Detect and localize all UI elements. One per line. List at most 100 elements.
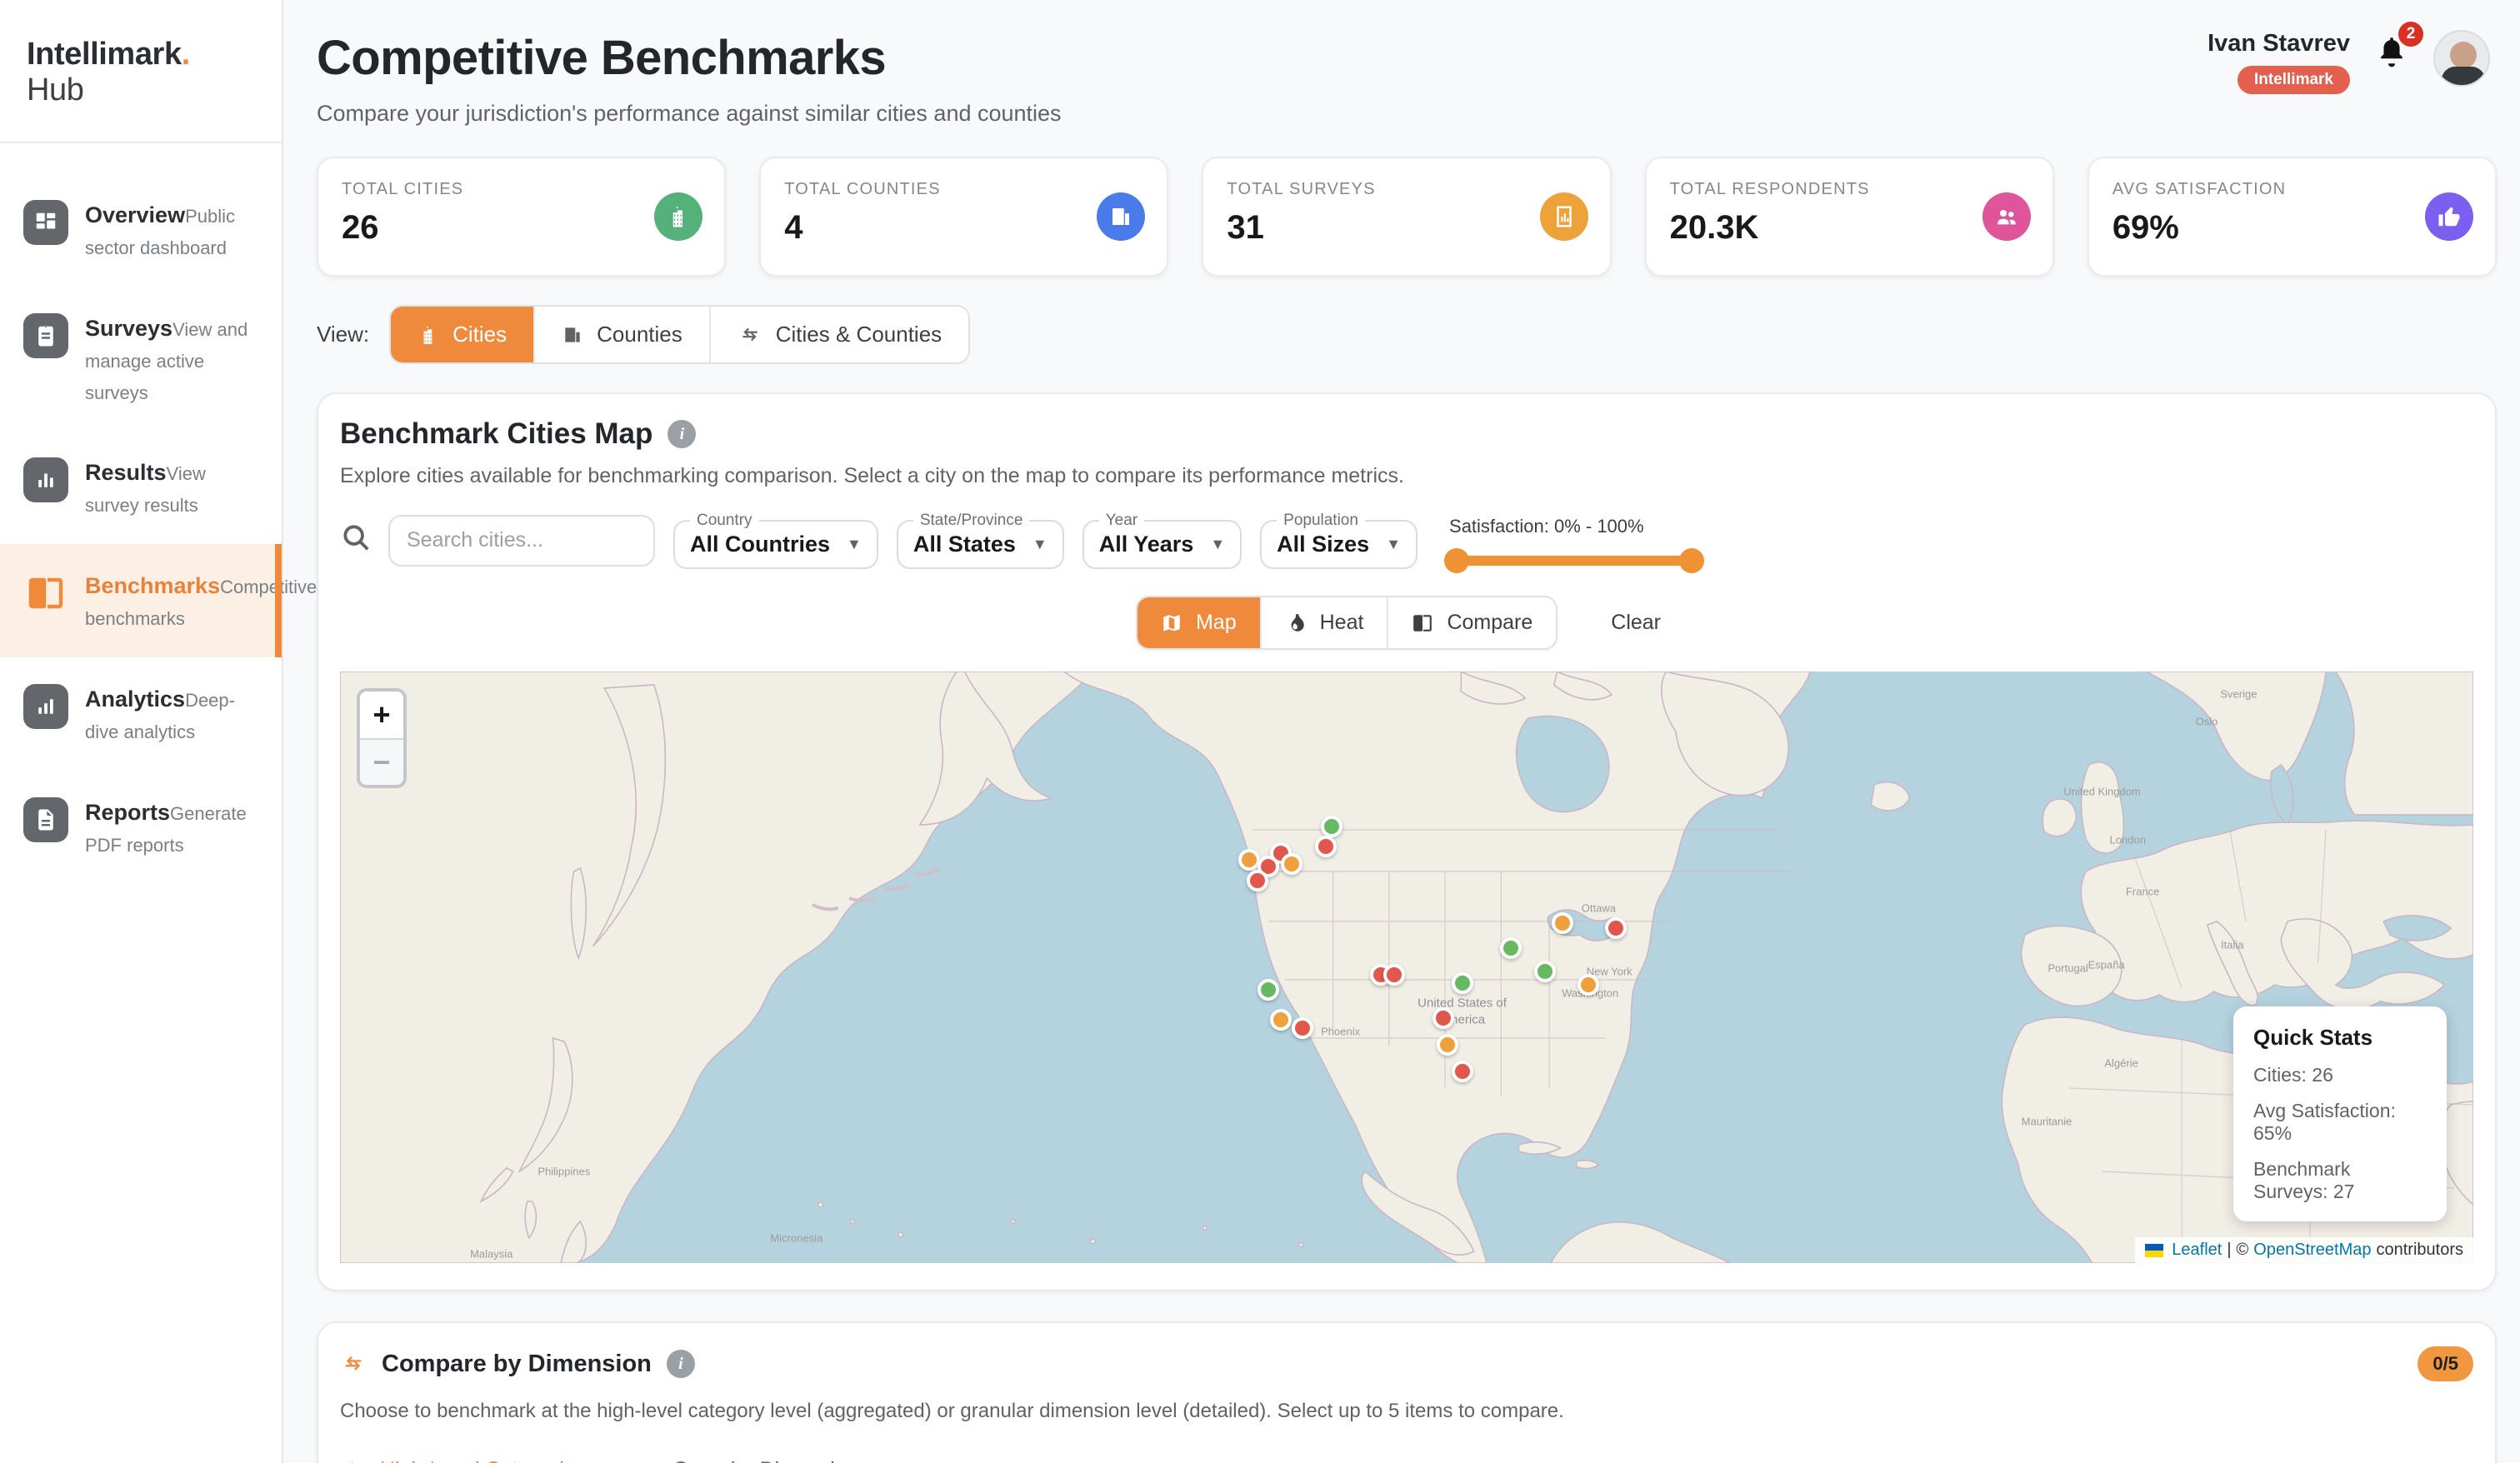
sidebar-item-label: Surveys [85, 316, 172, 341]
zoom-out-button[interactable]: − [360, 738, 403, 785]
view-label: View: [317, 322, 369, 347]
sidebar-item-overview[interactable]: OverviewPublic sector dashboard [0, 173, 282, 287]
city-marker[interactable] [1534, 961, 1556, 982]
tab-high-level-categories[interactable]: High-Level Categories [340, 1448, 589, 1463]
year-filter[interactable]: Year All Years▼ [1082, 512, 1242, 569]
city-marker[interactable] [1452, 972, 1473, 994]
bar-chart-icon [23, 457, 68, 502]
notification-count-badge: 2 [2398, 22, 2423, 47]
osm-link[interactable]: OpenStreetMap [2253, 1241, 2371, 1260]
city-building-icon [654, 192, 702, 241]
world-map-graphic [340, 672, 2473, 1263]
city-marker[interactable] [1247, 870, 1268, 891]
compare-arrows-icon [340, 1352, 367, 1376]
state-filter-label: State/Province [913, 512, 1030, 530]
city-marker[interactable] [1432, 1007, 1454, 1029]
city-marker[interactable] [1258, 979, 1279, 1001]
avatar[interactable] [2433, 30, 2490, 87]
stat-label: AVG SATISFACTION [2112, 180, 2472, 199]
mode-label: Heat [1320, 611, 1364, 635]
slider-handle-min[interactable] [1444, 548, 1469, 573]
clear-button[interactable]: Clear [1594, 597, 1678, 648]
notifications-button[interactable]: 2 [2373, 33, 2410, 77]
quick-stats-surveys: Benchmark Surveys: 27 [2253, 1158, 2427, 1203]
population-filter-label: Population [1277, 512, 1365, 530]
open-book-icon [23, 571, 68, 616]
user-area: Ivan Stavrev Intellimark 2 [2208, 30, 2497, 94]
city-marker[interactable] [1552, 912, 1573, 934]
map-filters: Country All Countries▼ State/Province Al… [340, 512, 2473, 569]
sidebar-item-label: Benchmarks [85, 573, 220, 598]
leaflet-link[interactable]: Leaflet [2172, 1241, 2222, 1260]
compare-by-dimension-card: Compare by Dimension i 0/5 Choose to ben… [317, 1321, 2497, 1463]
city-marker[interactable] [1292, 1017, 1313, 1039]
view-option-cities-and-counties[interactable]: Cities & Counties [711, 307, 968, 362]
map-section-subtitle: Explore cities available for benchmarkin… [340, 464, 2473, 488]
city-icon [418, 324, 439, 346]
city-marker[interactable] [1383, 964, 1405, 986]
city-marker[interactable] [1605, 917, 1627, 939]
city-marker[interactable] [1452, 1061, 1473, 1082]
page-subtitle: Compare your jurisdiction's performance … [317, 101, 1062, 127]
stat-card-total-surveys: TOTAL SURVEYS 31 [1202, 157, 1611, 277]
mode-heat-button[interactable]: Heat [1262, 597, 1389, 648]
city-marker[interactable] [1281, 853, 1302, 875]
attribution-suffix: contributors [2377, 1241, 2464, 1260]
sidebar-item-surveys[interactable]: SurveysView and manage active surveys [0, 287, 282, 432]
mode-label: Compare [1447, 611, 1532, 635]
city-marker[interactable] [1578, 974, 1599, 996]
map-zoom-control: + − [357, 688, 407, 788]
compare-book-icon [1412, 612, 1433, 634]
info-icon[interactable]: i [668, 420, 696, 448]
slider-handle-max[interactable] [1679, 548, 1704, 573]
country-filter[interactable]: Country All Countries▼ [673, 512, 878, 569]
city-marker[interactable] [1315, 836, 1337, 857]
city-marker[interactable] [1321, 816, 1342, 837]
stat-value: 4 [784, 209, 1143, 247]
benchmark-map-card: Benchmark Cities Map i Explore cities av… [317, 392, 2497, 1291]
view-option-counties[interactable]: Counties [535, 307, 711, 362]
list-icon [636, 1459, 659, 1463]
view-option-label: Cities & Counties [776, 322, 942, 347]
city-marker[interactable] [1437, 1034, 1458, 1056]
tab-label: High-Level Categories [380, 1458, 586, 1463]
quick-stats-satisfaction: Avg Satisfaction: 65% [2253, 1100, 2427, 1145]
satisfaction-slider[interactable] [1449, 556, 1699, 566]
view-toggle-row: View: Cities Counties Cities & Counties [317, 305, 2497, 364]
info-icon[interactable]: i [667, 1350, 695, 1378]
leaflet-map[interactable]: United States of AmericaPhoenixNew YorkW… [340, 672, 2473, 1263]
compare-section-subtitle: Choose to benchmark at the high-level ca… [340, 1400, 2473, 1423]
sidebar-item-analytics[interactable]: AnalyticsDeep-dive analytics [0, 657, 282, 771]
app-logo: Intellimark. Hub [0, 0, 282, 143]
mode-map-button[interactable]: Map [1138, 597, 1262, 648]
ukraine-flag-icon [2145, 1244, 2163, 1257]
city-marker[interactable] [1270, 1009, 1292, 1031]
thumbs-up-icon [2425, 192, 2473, 241]
population-filter[interactable]: Population All Sizes▼ [1260, 512, 1418, 569]
brand-suffix: Hub [27, 72, 84, 107]
stat-value: 20.3K [1670, 209, 2029, 247]
chevron-down-icon: ▼ [1386, 536, 1401, 553]
map-mode-row: Map Heat Compare Clear [340, 596, 2473, 650]
stat-value: 31 [1227, 209, 1586, 247]
user-name: Ivan Stavrev [2208, 30, 2350, 57]
search-cities-input[interactable] [388, 515, 655, 567]
tab-granular-dimensions[interactable]: Granular Dimensions [632, 1448, 872, 1463]
stat-card-total-cities: TOTAL CITIES 26 [317, 157, 726, 277]
sidebar-nav: OverviewPublic sector dashboard SurveysV… [0, 143, 282, 884]
view-option-cities[interactable]: Cities [391, 307, 535, 362]
quick-stats-panel: Quick Stats Cities: 26 Avg Satisfaction:… [2233, 1006, 2447, 1221]
chevron-down-icon: ▼ [1210, 536, 1225, 553]
sidebar-item-benchmarks[interactable]: BenchmarksCompetitive benchmarks [0, 544, 282, 657]
city-marker[interactable] [1500, 937, 1522, 959]
mode-label: Map [1196, 611, 1237, 635]
view-segmented-control: Cities Counties Cities & Counties [389, 305, 970, 364]
state-filter[interactable]: State/Province All States▼ [897, 512, 1064, 569]
sidebar-item-results[interactable]: ResultsView survey results [0, 431, 282, 544]
sidebar-item-reports[interactable]: ReportsGenerate PDF reports [0, 771, 282, 884]
sidebar-item-label: Results [85, 460, 167, 485]
stat-card-total-respondents: TOTAL RESPONDENTS 20.3K [1645, 157, 2054, 277]
map-mode-toggle: Map Heat Compare [1136, 596, 1558, 650]
mode-compare-button[interactable]: Compare [1388, 597, 1556, 648]
zoom-in-button[interactable]: + [360, 692, 403, 738]
